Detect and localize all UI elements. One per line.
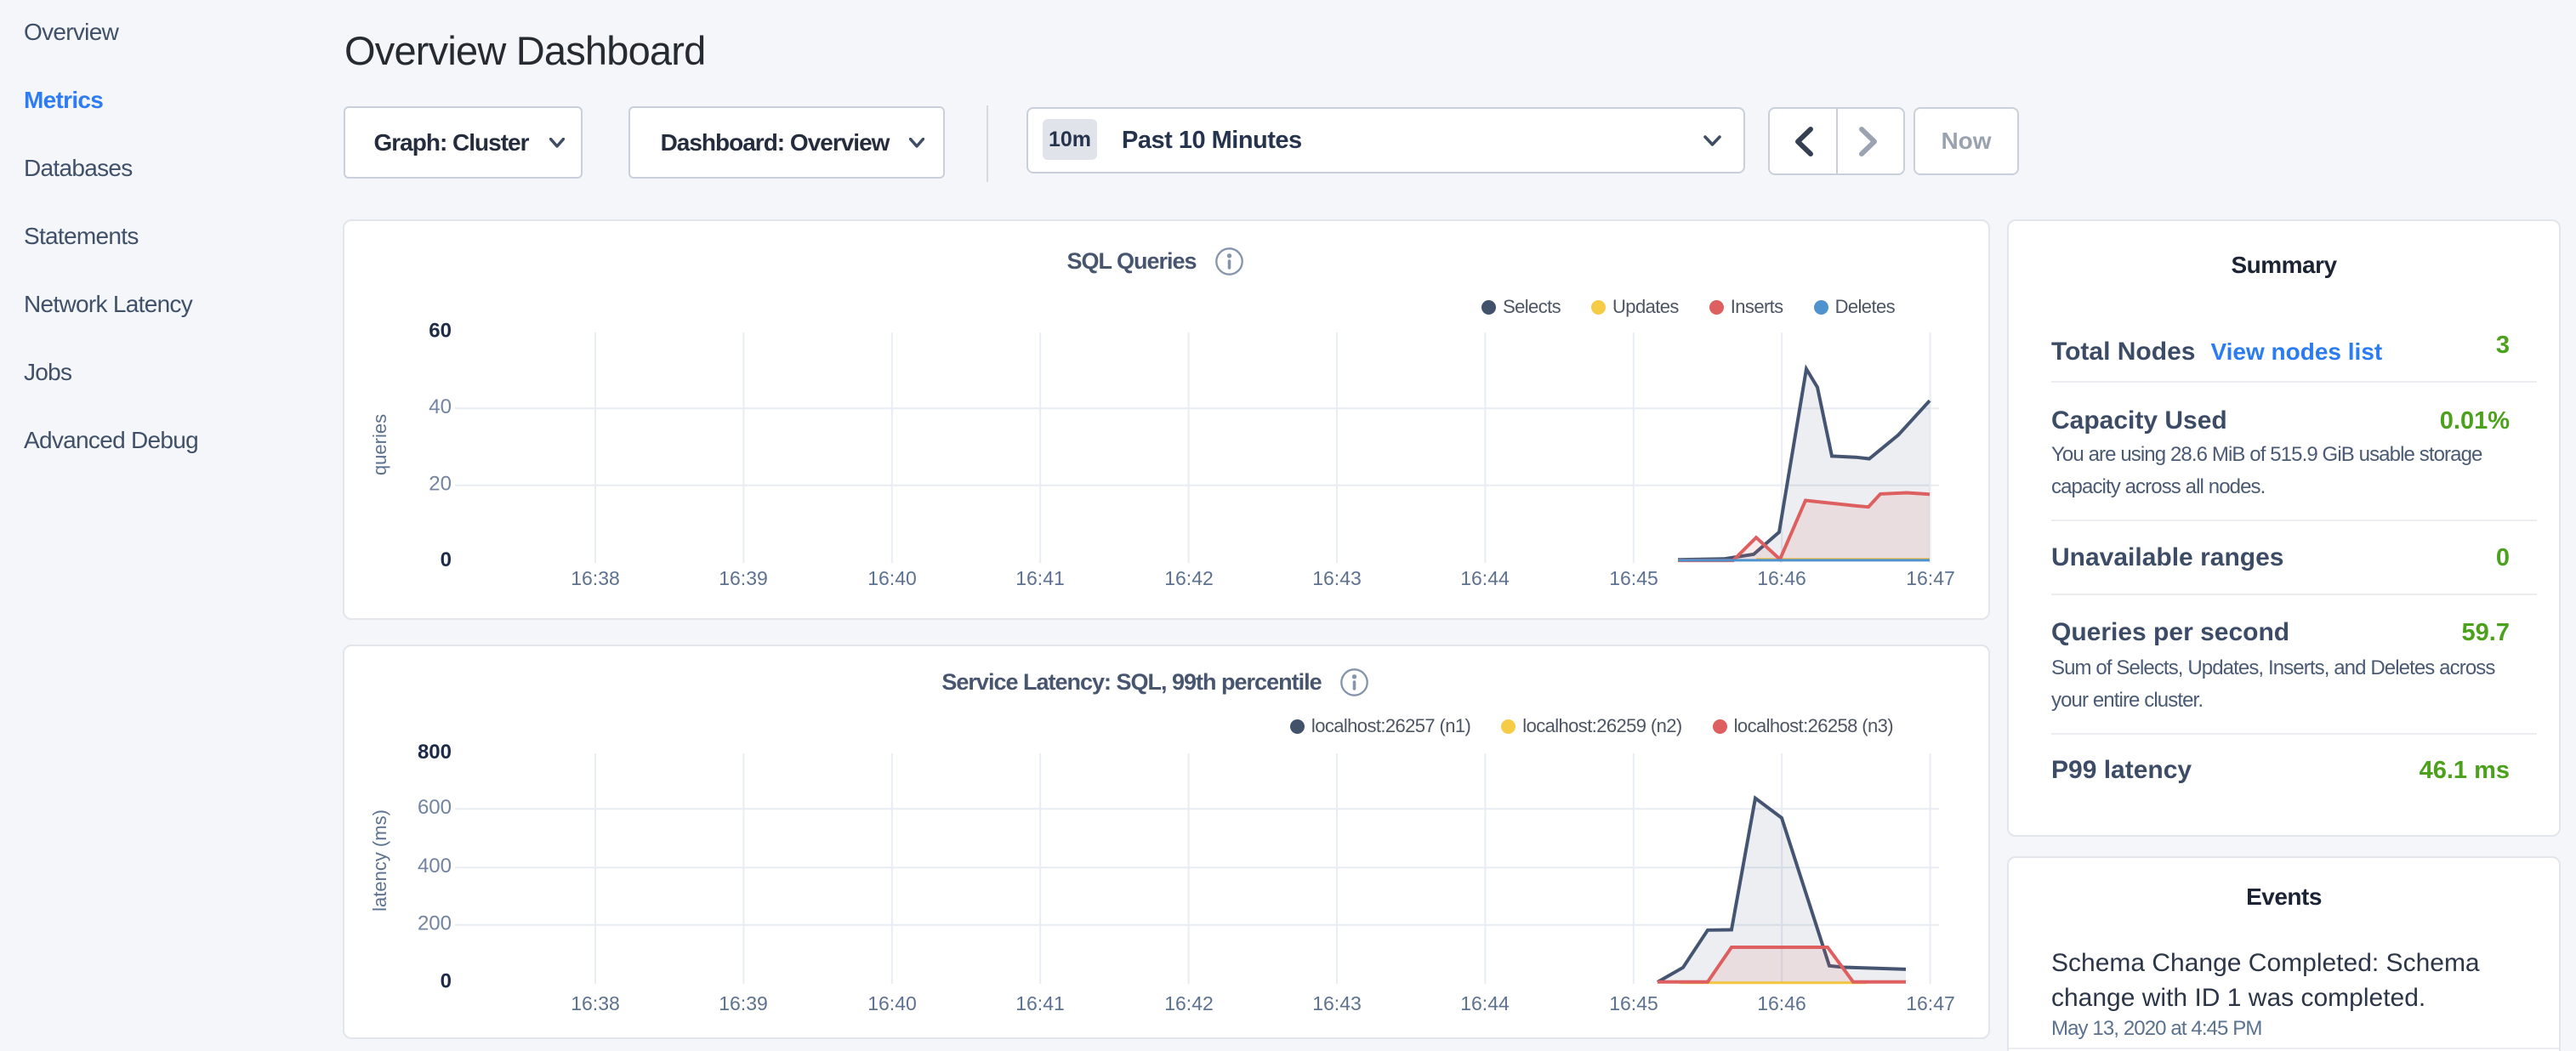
svg-text:800: 800 <box>418 741 452 764</box>
svg-text:latency (ms): latency (ms) <box>369 810 390 912</box>
svg-text:16:47: 16:47 <box>1906 992 1955 1014</box>
svg-text:16:46: 16:46 <box>1757 567 1806 589</box>
svg-text:0: 0 <box>441 548 452 571</box>
svg-text:16:41: 16:41 <box>1015 992 1065 1014</box>
svg-text:16:41: 16:41 <box>1015 567 1065 589</box>
svg-text:16:43: 16:43 <box>1312 992 1362 1014</box>
svg-text:16:44: 16:44 <box>1460 992 1510 1014</box>
svg-text:16:45: 16:45 <box>1609 992 1658 1014</box>
svg-text:16:38: 16:38 <box>571 992 620 1014</box>
svg-text:16:39: 16:39 <box>719 567 768 589</box>
svg-text:400: 400 <box>418 855 452 878</box>
svg-text:200: 200 <box>418 912 452 935</box>
svg-text:16:47: 16:47 <box>1906 567 1955 589</box>
svg-text:16:38: 16:38 <box>571 567 620 589</box>
svg-text:16:44: 16:44 <box>1460 567 1510 589</box>
svg-text:0: 0 <box>441 970 452 993</box>
svg-text:16:40: 16:40 <box>867 992 917 1014</box>
svg-text:16:39: 16:39 <box>719 992 768 1014</box>
svg-text:16:46: 16:46 <box>1757 992 1806 1014</box>
svg-text:16:40: 16:40 <box>867 567 917 589</box>
svg-text:16:45: 16:45 <box>1609 567 1658 589</box>
svg-text:20: 20 <box>429 473 452 496</box>
svg-text:600: 600 <box>418 796 452 819</box>
svg-text:16:42: 16:42 <box>1164 567 1214 589</box>
svg-text:60: 60 <box>429 320 452 343</box>
svg-text:16:42: 16:42 <box>1164 992 1214 1014</box>
svg-text:40: 40 <box>429 395 452 418</box>
svg-text:16:43: 16:43 <box>1312 567 1362 589</box>
svg-text:queries: queries <box>369 414 390 475</box>
